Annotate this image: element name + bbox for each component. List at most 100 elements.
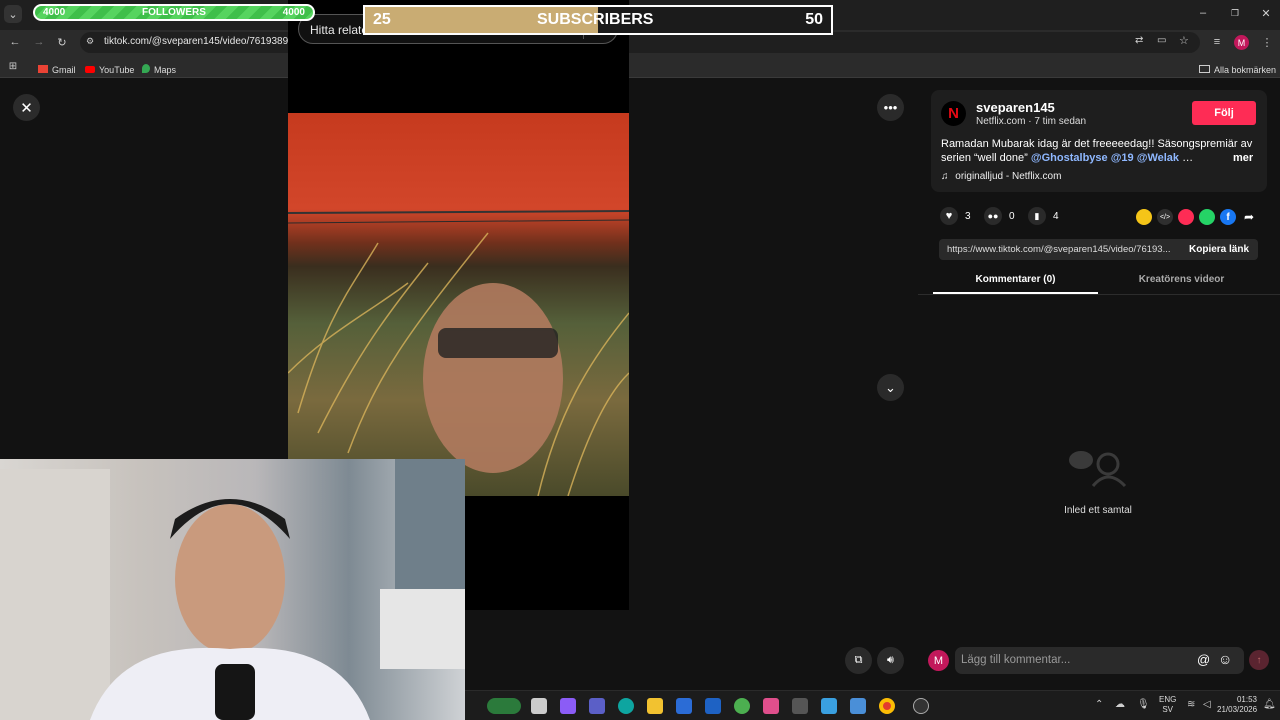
forward-icon[interactable]: → bbox=[32, 35, 46, 49]
volume-icon: 🔊︎ bbox=[887, 654, 894, 666]
back-icon[interactable]: ← bbox=[8, 35, 22, 49]
bookmark-maps[interactable]: Maps bbox=[142, 60, 176, 78]
whatsapp-icon[interactable] bbox=[1199, 209, 1215, 225]
creator-username[interactable]: sveparen145 bbox=[976, 100, 1055, 115]
wifi-icon[interactable]: ≋ bbox=[1187, 699, 1195, 710]
send-icon[interactable] bbox=[1178, 209, 1194, 225]
profile-avatar[interactable]: M bbox=[1234, 35, 1249, 50]
bookmark-star-icon[interactable]: ☆ bbox=[1179, 34, 1189, 47]
clock[interactable]: 01:53 21/03/2026 bbox=[1217, 695, 1257, 715]
volume-button[interactable]: 🔊︎ bbox=[877, 647, 904, 674]
tab-comments[interactable]: Kommentarer (0) bbox=[933, 271, 1098, 294]
speaker-icon[interactable]: ◁ bbox=[1203, 699, 1211, 710]
embed-icon[interactable]: </> bbox=[1157, 209, 1173, 225]
reload-icon[interactable]: ↻ bbox=[55, 35, 69, 49]
photos-icon[interactable] bbox=[821, 698, 837, 714]
notification-icon[interactable]: 🔔︎ bbox=[1263, 699, 1276, 710]
comment-button[interactable]: ●● 0 bbox=[984, 207, 1015, 225]
save-button[interactable]: ▮ 4 bbox=[1028, 207, 1059, 225]
maps-icon bbox=[142, 64, 150, 73]
close-video-button[interactable]: ✕ bbox=[13, 94, 40, 121]
translate-icon[interactable]: ⇄ bbox=[1135, 35, 1143, 46]
followers-right-value: 4000 bbox=[282, 7, 305, 18]
video-player[interactable] bbox=[288, 113, 629, 496]
taskbar-files-icon[interactable] bbox=[531, 698, 547, 714]
post-caption: Ramadan Mubarak idag är det freeeeedag!!… bbox=[941, 138, 1253, 164]
netflix-logo-icon: N bbox=[948, 105, 959, 122]
chrome-icon[interactable] bbox=[879, 698, 895, 714]
mic-icon[interactable]: 🎙︎ bbox=[1137, 699, 1150, 710]
facebook-icon[interactable]: f bbox=[1220, 209, 1236, 225]
obs-icon[interactable] bbox=[913, 698, 929, 714]
copilot-icon[interactable] bbox=[560, 698, 576, 714]
subscribers-goal-bar: 25 SUBSCRIBERS 50 bbox=[363, 5, 833, 35]
bookmark-youtube[interactable]: YouTube bbox=[85, 60, 134, 78]
edge-icon[interactable] bbox=[618, 698, 634, 714]
send-comment-button[interactable]: ↑ bbox=[1249, 650, 1269, 670]
bookmark-gmail[interactable]: Gmail bbox=[38, 60, 76, 78]
like-button[interactable]: ♥ 3 bbox=[940, 207, 971, 225]
close-window-icon[interactable]: ✕ bbox=[1259, 6, 1273, 20]
post-card: N sveparen145 Netflix.com · 7 tim sedan … bbox=[931, 90, 1267, 192]
restore-icon[interactable]: ❐ bbox=[1228, 6, 1242, 20]
bookmark-icon: ▮ bbox=[1028, 207, 1046, 225]
follow-button[interactable]: Följ bbox=[1192, 101, 1256, 125]
creator-avatar[interactable]: N bbox=[941, 101, 966, 126]
pip-icon: ⧉ bbox=[854, 654, 863, 666]
share-arrow-icon[interactable]: ➦ bbox=[1241, 209, 1257, 225]
media-icon[interactable]: ≡ bbox=[1210, 35, 1224, 49]
tray-chevron-icon[interactable]: ⌃ bbox=[1095, 699, 1103, 710]
taskbar-app-icon[interactable] bbox=[487, 698, 521, 714]
m365-icon[interactable] bbox=[763, 698, 779, 714]
onedrive-icon[interactable]: ☁ bbox=[1115, 699, 1125, 710]
caption-mentions[interactable]: @Ghostalbyse @19 @Welak bbox=[1031, 152, 1179, 164]
chevron-down-icon: ⌄ bbox=[885, 379, 896, 395]
url-field[interactable]: ⚙ tiktok.com/@sveparen145/video/76193898… bbox=[80, 32, 1200, 53]
all-bookmarks[interactable]: Alla bokmärken bbox=[1199, 60, 1276, 78]
explorer-icon[interactable] bbox=[647, 698, 663, 714]
sound-row[interactable]: ♫ originalljud - Netflix.com bbox=[941, 171, 1061, 182]
post-source: Netflix.com bbox=[976, 116, 1026, 127]
more-caption-link[interactable]: mer bbox=[1233, 152, 1253, 164]
site-info-icon[interactable]: ⚙ bbox=[86, 36, 94, 47]
subscribers-goal: 50 bbox=[805, 11, 823, 28]
minimize-icon[interactable]: – bbox=[1196, 6, 1210, 20]
music-icon: ♫ bbox=[941, 171, 949, 182]
share-url-text[interactable]: https://www.tiktok.com/@sveparen145/vide… bbox=[947, 244, 1177, 255]
apps-icon[interactable]: ⊞ bbox=[6, 59, 20, 73]
empty-comments-text: Inled ett samtal bbox=[1064, 505, 1132, 516]
language-indicator[interactable]: ENG SV bbox=[1159, 695, 1176, 715]
browser-menu-icon[interactable]: ⋮ bbox=[1260, 35, 1274, 49]
comment-icon: ●● bbox=[984, 207, 1002, 225]
comment-input[interactable]: Lägg till kommentar... @ ☺ bbox=[955, 647, 1244, 674]
language-top: ENG bbox=[1159, 695, 1177, 704]
vpn-icon[interactable] bbox=[734, 698, 750, 714]
windows-taskbar: ⌃ ☁ 🎙︎ ENG SV ≋ ◁ 01:53 21/03/2026 🔔︎ bbox=[465, 690, 1280, 720]
teams-icon[interactable] bbox=[589, 698, 605, 714]
mention-icon[interactable]: @ bbox=[1197, 652, 1210, 667]
cast-icon[interactable]: ▭ bbox=[1157, 35, 1166, 46]
share-url-box: https://www.tiktok.com/@sveparen145/vide… bbox=[939, 239, 1258, 260]
store-icon[interactable] bbox=[676, 698, 692, 714]
copy-link-button[interactable]: Kopiera länk bbox=[1189, 244, 1249, 255]
empty-comments-illustration bbox=[1063, 448, 1133, 488]
followers-goal-bar: 4000 FOLLOWERS 4000 bbox=[33, 4, 315, 21]
more-options-button[interactable]: ••• bbox=[877, 94, 904, 121]
pip-button[interactable]: ⧉ bbox=[845, 647, 872, 674]
webcam-overlay bbox=[0, 459, 465, 720]
pictures-icon[interactable] bbox=[850, 698, 866, 714]
save-count: 4 bbox=[1053, 210, 1059, 222]
heart-icon: ♥ bbox=[940, 207, 958, 225]
followers-left-value: 4000 bbox=[43, 7, 66, 18]
cube-icon[interactable] bbox=[792, 698, 808, 714]
mail-icon[interactable] bbox=[705, 698, 721, 714]
emoji-icon[interactable]: ☺ bbox=[1218, 651, 1232, 667]
clock-date: 21/03/2026 bbox=[1217, 705, 1258, 714]
coin-icon[interactable] bbox=[1136, 209, 1152, 225]
next-video-button[interactable]: ⌄ bbox=[877, 374, 904, 401]
comment-count: 0 bbox=[1009, 210, 1015, 222]
more-icon: ••• bbox=[883, 100, 898, 115]
arrow-up-icon: ↑ bbox=[1256, 654, 1262, 666]
tab-creator-videos[interactable]: Kreatörens videor bbox=[1098, 271, 1265, 294]
tab-search-icon[interactable]: ⌄ bbox=[4, 5, 22, 23]
